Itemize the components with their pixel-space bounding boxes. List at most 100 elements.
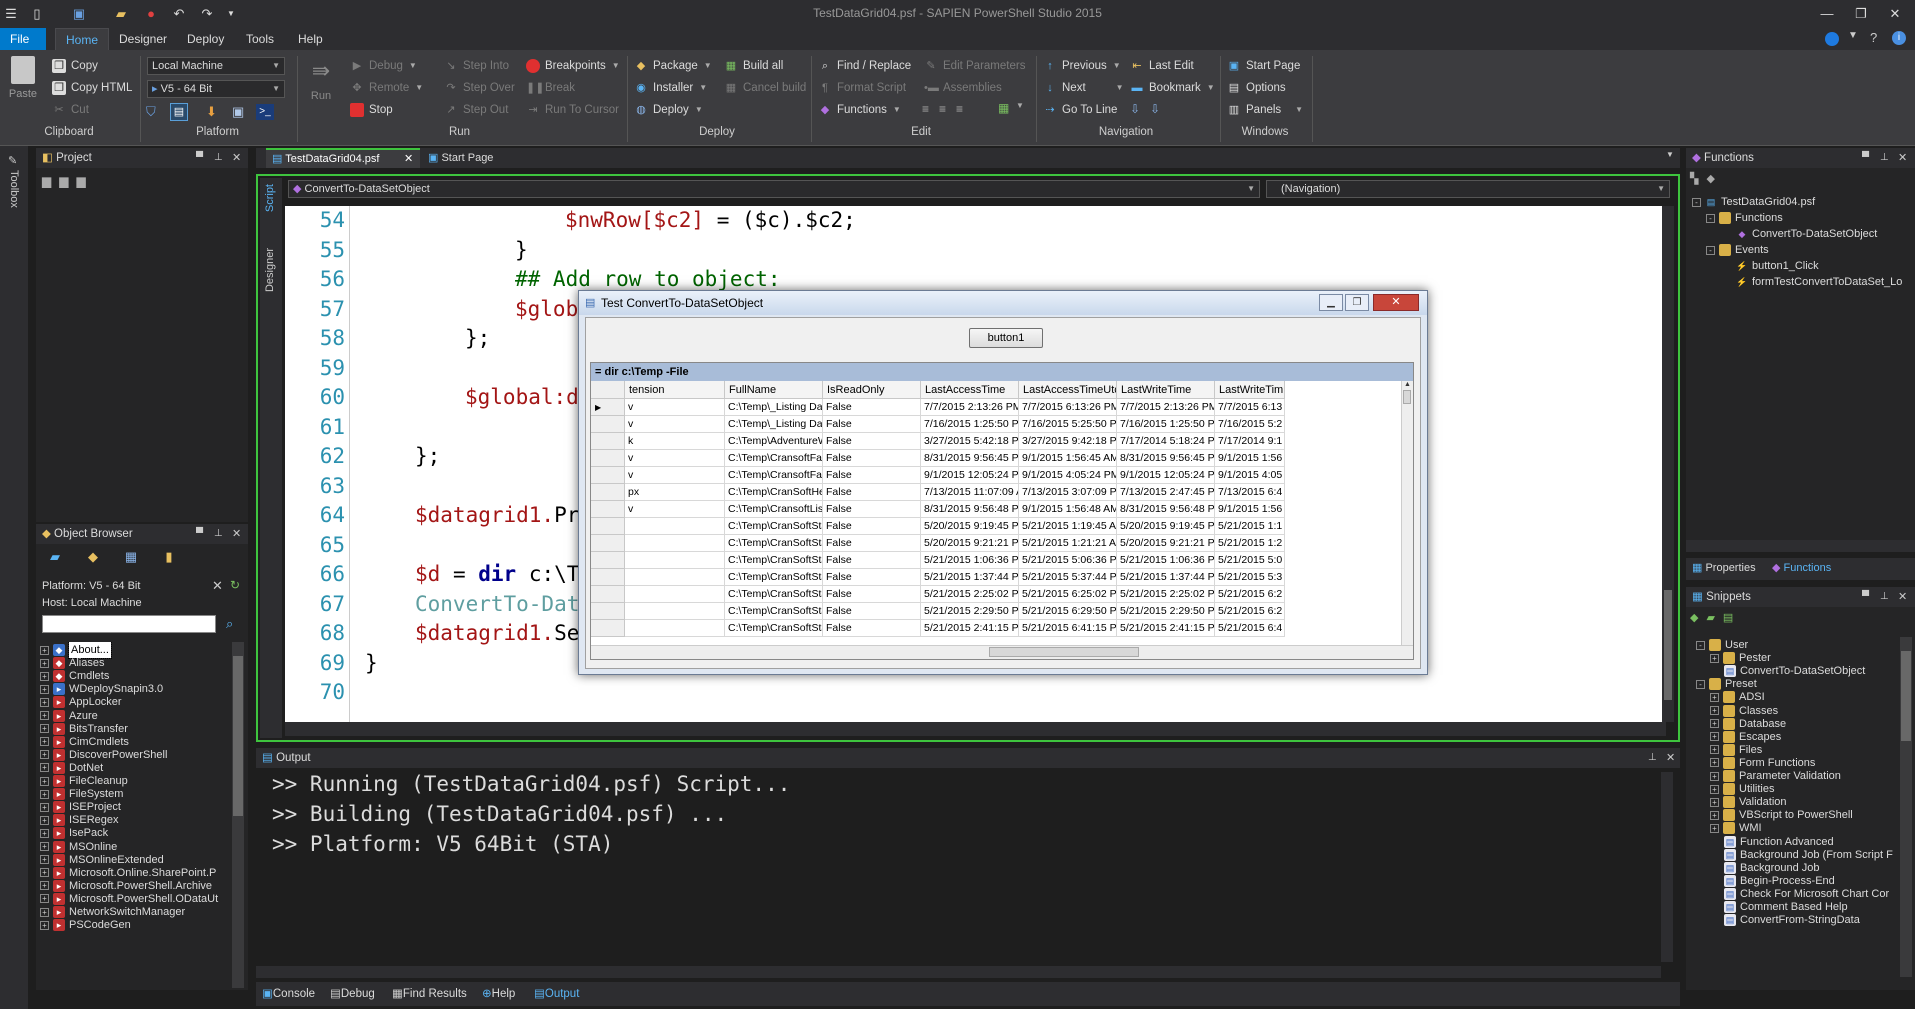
- expand-icon[interactable]: +: [40, 737, 49, 747]
- column-header[interactable]: LastAccessTime: [921, 381, 1019, 399]
- menu-designer[interactable]: Designer: [109, 28, 177, 50]
- panel-dropdown-icon[interactable]: ▀: [1862, 148, 1869, 168]
- expand-icon[interactable]: +: [40, 815, 49, 825]
- indent-icon[interactable]: ≡≡≡: [922, 102, 973, 116]
- editor-vscrollbar[interactable]: [1662, 206, 1674, 722]
- grid-cell[interactable]: 5/21/2015 2:25:02 PM: [921, 586, 1019, 603]
- row-header[interactable]: [591, 484, 625, 501]
- column-header[interactable]: FullName: [725, 381, 823, 399]
- grid-cell[interactable]: k: [625, 433, 725, 450]
- tab-output[interactable]: ▤ Output: [534, 984, 579, 1004]
- grid-cell[interactable]: 8/31/2015 9:56:48 PM: [921, 501, 1019, 518]
- form-close-button[interactable]: ✕: [1373, 294, 1419, 311]
- breakpoints-button[interactable]: Breakpoints ▼: [526, 56, 620, 76]
- output-hscrollbar[interactable]: [256, 966, 1661, 978]
- expand-icon[interactable]: +: [40, 697, 49, 707]
- tab-testdatagrid04[interactable]: ▤ TestDataGrid04.psf ✕: [266, 148, 420, 168]
- project-toolbar-icons[interactable]: ▆▆▆: [42, 174, 94, 188]
- grid-cell[interactable]: C:\Temp\CranSoftHeal: [725, 484, 823, 501]
- grid-cell[interactable]: 7/13/2015 3:07:09 PM: [1019, 484, 1117, 501]
- maximize-button[interactable]: ❐: [1846, 4, 1876, 24]
- chevron-down-icon[interactable]: ▼: [1016, 101, 1024, 110]
- break-button[interactable]: ❚❚ Break: [526, 78, 575, 98]
- package-button[interactable]: ◆ Package ▼: [634, 56, 712, 76]
- expand-icon[interactable]: +: [40, 776, 49, 786]
- copy-html-button[interactable]: ❐ Copy HTML: [52, 78, 132, 98]
- object-browser-item[interactable]: + ▸ PSCodeGen: [40, 917, 131, 933]
- tree-item-events[interactable]: - Events: [1706, 242, 1769, 258]
- theme-dropdown-icon[interactable]: ▼: [1848, 30, 1858, 41]
- grid-cell[interactable]: C:\Temp\CransoftFaile: [725, 467, 823, 484]
- expand-icon[interactable]: +: [1710, 719, 1719, 729]
- expand-icon[interactable]: +: [40, 894, 49, 904]
- output-scrollbar[interactable]: [1661, 772, 1673, 962]
- options-button[interactable]: ▤ Options: [1227, 78, 1286, 98]
- snippets-toolbar-icons[interactable]: ◆▰▤: [1690, 611, 1741, 624]
- grid-cell[interactable]: 5/21/2015 6:25:02 PM: [1019, 586, 1117, 603]
- row-header[interactable]: [591, 501, 625, 518]
- grid-cell[interactable]: False: [823, 586, 921, 603]
- grid-cell[interactable]: 7/13/2015 6:4: [1215, 484, 1285, 501]
- grid-cell[interactable]: 5/21/2015 6:4: [1215, 620, 1285, 637]
- minimize-button[interactable]: —: [1812, 4, 1842, 24]
- grid-cell[interactable]: [625, 620, 725, 637]
- menu-home[interactable]: Home: [55, 28, 110, 50]
- grid-cell[interactable]: 7/16/2015 5:25:50 PM: [1019, 416, 1117, 433]
- expand-icon[interactable]: +: [1710, 758, 1719, 768]
- tree-item-event[interactable]: ⚡ formTestConvertToDataSet_Lo: [1736, 274, 1902, 290]
- grid-cell[interactable]: 5/21/2015 6:2: [1215, 603, 1285, 620]
- expand-icon[interactable]: +: [1710, 784, 1719, 794]
- clear-icon[interactable]: ✕: [212, 578, 223, 594]
- grid-cell[interactable]: False: [823, 450, 921, 467]
- grid-cell[interactable]: 5/20/2015 9:19:45 PM: [921, 518, 1019, 535]
- remote-button[interactable]: ✥ Remote ▼: [350, 78, 423, 98]
- toolbox-icon[interactable]: ✎: [8, 154, 17, 167]
- grid-cell[interactable]: [625, 552, 725, 569]
- grid-cell[interactable]: 5/20/2015 9:21:21 PM: [921, 535, 1019, 552]
- collapse-icon[interactable]: -: [1696, 640, 1705, 650]
- expand-icon[interactable]: +: [1710, 810, 1719, 820]
- row-header[interactable]: [591, 603, 625, 620]
- expand-icon[interactable]: +: [40, 920, 49, 930]
- grid-cell[interactable]: [625, 586, 725, 603]
- grid-cell[interactable]: 7/16/2015 1:25:50 PM: [921, 416, 1019, 433]
- scroll-up-icon[interactable]: ▲: [1402, 381, 1413, 388]
- expand-icon[interactable]: +: [40, 855, 49, 865]
- grid-cell[interactable]: C:\Temp\CranSoftStat: [725, 518, 823, 535]
- grid-cell[interactable]: 9/1/2015 4:05:24 PM: [1019, 467, 1117, 484]
- step-into-button[interactable]: ↘ Step Into: [444, 56, 509, 76]
- grid-cell[interactable]: C:\Temp\AdventureWo: [725, 433, 823, 450]
- column-header[interactable]: LastWriteTim: [1215, 381, 1285, 399]
- grid-cell[interactable]: False: [823, 569, 921, 586]
- function-combo[interactable]: ◆ ConvertTo-DataSetObject ▼: [288, 180, 1260, 198]
- expand-icon[interactable]: +: [40, 711, 49, 720]
- pin-icon[interactable]: ⊥: [214, 524, 223, 544]
- grid-cell[interactable]: 5/21/2015 6:29:50 PM: [1019, 603, 1117, 620]
- info-icon[interactable]: i: [1892, 31, 1906, 45]
- shield-icon[interactable]: ⛉: [146, 104, 162, 120]
- tab-functions[interactable]: ◆ Functions: [1772, 561, 1831, 574]
- datagrid-vscrollbar[interactable]: ▲: [1401, 381, 1413, 645]
- grid-cell[interactable]: 5/21/2015 2:41:15 PM: [921, 620, 1019, 637]
- menu-deploy[interactable]: Deploy: [177, 28, 234, 50]
- expand-icon[interactable]: +: [1710, 771, 1719, 781]
- grid-cell[interactable]: C:\Temp\_Listing Dat: [725, 416, 823, 433]
- menu-file[interactable]: File: [0, 28, 46, 50]
- grid-cell[interactable]: 7/17/2014 9:1: [1215, 433, 1285, 450]
- grid-cell[interactable]: 5/21/2015 1:21:21 AM: [1019, 535, 1117, 552]
- remote-connect-icon[interactable]: ⬇: [206, 104, 217, 120]
- collapse-icon[interactable]: -: [1692, 197, 1701, 207]
- expand-icon[interactable]: +: [1710, 745, 1719, 755]
- start-page-button[interactable]: ▣ Start Page: [1227, 56, 1301, 76]
- refresh-icon[interactable]: ↻: [230, 578, 240, 592]
- computer-icon[interactable]: ▣: [232, 104, 244, 120]
- row-header[interactable]: [591, 569, 625, 586]
- grid-cell[interactable]: C:\Temp\CranSoftStat: [725, 569, 823, 586]
- pin-icon[interactable]: ⊥: [1880, 148, 1889, 168]
- tree-item-function[interactable]: ◆ ConvertTo-DataSetObject: [1736, 226, 1878, 242]
- grid-cell[interactable]: 8/31/2015 9:56:45 PM: [921, 450, 1019, 467]
- grid-cell[interactable]: 5/21/2015 5:37:44 PM: [1019, 569, 1117, 586]
- functions-button[interactable]: ◆ Functions ▼: [818, 100, 901, 120]
- scroll-thumb[interactable]: [1664, 590, 1672, 700]
- tree-item-functions[interactable]: - Functions: [1706, 210, 1783, 226]
